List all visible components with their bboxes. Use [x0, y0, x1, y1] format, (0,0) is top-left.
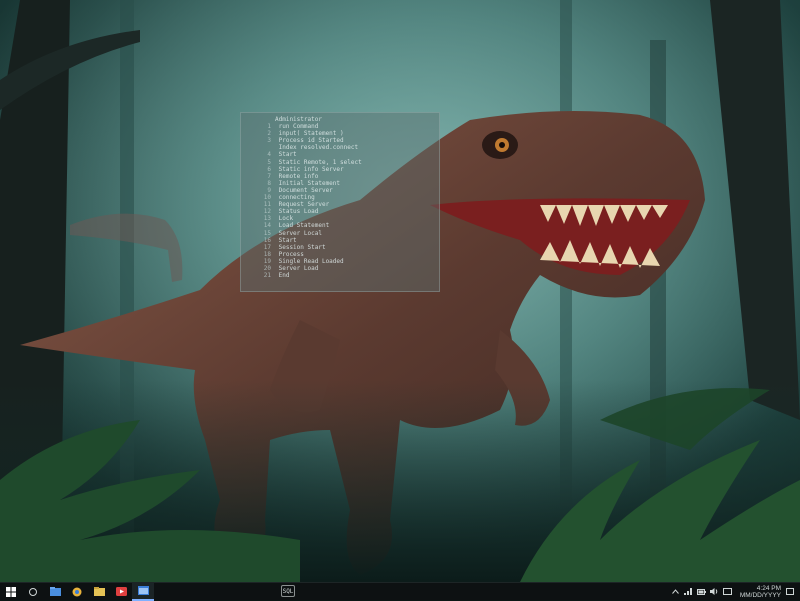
terminal-line: 7 Remote info [267, 172, 319, 180]
terminal-line: 18 Process [263, 250, 304, 258]
taskbar-clock[interactable]: 4:24 PM MM/DD/YYYY [736, 585, 781, 599]
terminal-line: 2 input( Statement ) [267, 130, 344, 138]
terminal-line: 20 Server Load [263, 264, 319, 272]
terminal-line: 6 Static info Server [267, 165, 344, 173]
language-icon[interactable] [722, 587, 732, 596]
media-icon[interactable] [110, 583, 132, 601]
notification-icon[interactable] [785, 587, 794, 596]
volume-icon[interactable] [710, 587, 719, 596]
terminal-line: 14 Load Statement [263, 222, 330, 230]
database-app-label: SQL [282, 587, 294, 595]
app-window-icon[interactable] [132, 582, 154, 601]
browser-icon[interactable] [66, 583, 88, 601]
terminal-line: 17 Session Start [263, 243, 326, 251]
database-app-icon[interactable]: SQL [281, 585, 295, 597]
windows-start-icon[interactable] [0, 583, 22, 601]
network-icon[interactable] [683, 587, 693, 596]
terminal-line: 8 Initial Statement [267, 179, 341, 187]
terminal-line: 13 Lock [263, 215, 294, 223]
terminal-line: 19 Single Read Loaded [263, 257, 344, 265]
clock-date: MM/DD/YYYY [739, 591, 781, 599]
battery-icon[interactable] [696, 587, 706, 596]
terminal-line: 11 Request Server [263, 201, 330, 209]
terminal-line: 12 Status Load [263, 208, 319, 216]
terminal-line: 15 Server Local [263, 229, 322, 237]
file-explorer-icon[interactable] [88, 583, 110, 601]
terminal-line: 1 run Command [267, 123, 319, 131]
terminal-line: 10 connecting [263, 194, 315, 202]
taskbar: 4:24 PM MM/DD/YYYY [0, 582, 800, 601]
terminal-line: 21 End [263, 272, 290, 280]
folder-icon[interactable] [44, 583, 66, 601]
system-tray: 4:24 PM MM/DD/YYYY [671, 585, 800, 599]
terminal-window[interactable]: Administrator 1 run Command 2 input( Sta… [240, 112, 440, 292]
terminal-line: 4 Start [267, 151, 297, 159]
terminal-line: 16 Start [263, 236, 297, 244]
terminal-line: Index resolved.connect [275, 144, 359, 152]
chevron-up-icon[interactable] [671, 587, 680, 596]
terminal-line: 3 Process id Started [267, 137, 344, 145]
search-icon[interactable] [22, 583, 44, 601]
terminal-line: 5 Static Remote, 1 select [267, 158, 362, 166]
terminal-line: 9 Document Server [267, 186, 333, 194]
terminal-line: Administrator [275, 116, 322, 123]
clock-time: 4:24 PM [756, 584, 781, 592]
